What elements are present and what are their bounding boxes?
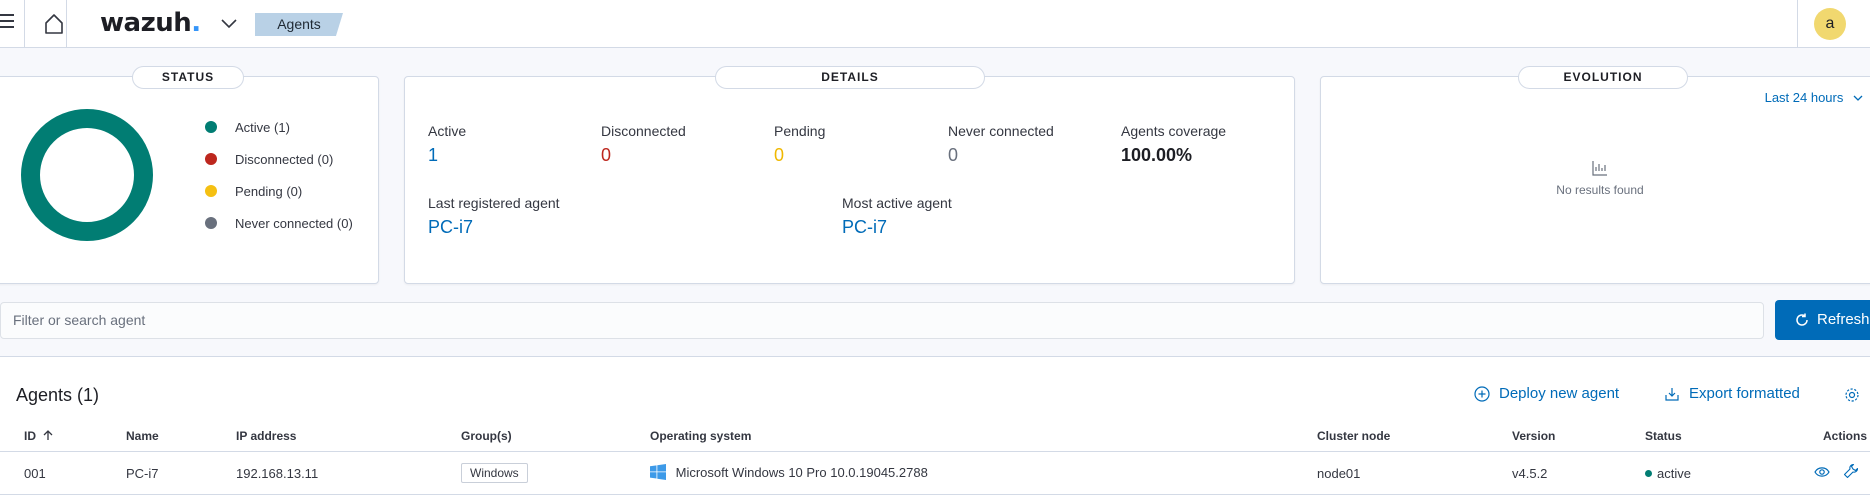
most-active-agent: Most active agent PC-i7 xyxy=(842,195,952,238)
stat-pending-value[interactable]: 0 xyxy=(774,145,825,166)
pending-dot-icon xyxy=(205,185,217,197)
column-header-version[interactable]: Version xyxy=(1512,429,1555,443)
status-panel-title: STATUS xyxy=(132,66,244,89)
sort-arrow-up-icon xyxy=(43,430,53,440)
cell-ip-address: 192.168.13.11 xyxy=(236,466,319,481)
stat-disconnected-value[interactable]: 0 xyxy=(601,145,686,166)
details-panel: DETAILS Active 1 Disconnected 0 Pending … xyxy=(404,66,1295,284)
active-dot-icon xyxy=(205,121,217,133)
status-legend: Active (1) Disconnected (0) Pending (0) … xyxy=(205,111,353,239)
stat-never-connected: Never connected 0 xyxy=(948,123,1054,166)
chevron-down-icon xyxy=(1853,95,1863,101)
wrench-icon[interactable] xyxy=(1843,463,1859,479)
legend-label: Disconnected (0) xyxy=(235,151,334,167)
column-header-actions: Actions xyxy=(1823,429,1868,443)
stat-label: Last registered agent xyxy=(428,195,560,211)
legend-item-never-connected[interactable]: Never connected (0) xyxy=(205,207,353,239)
legend-label: Never connected (0) xyxy=(235,215,353,231)
deploy-new-agent-button[interactable]: Deploy new agent xyxy=(1474,385,1619,402)
stat-agents-coverage: Agents coverage 100.00% xyxy=(1121,123,1226,166)
top-navigation-bar: wazuh. Agents a xyxy=(0,0,1870,48)
empty-state: No results found xyxy=(1321,159,1870,197)
divider xyxy=(66,0,67,48)
chart-icon xyxy=(1592,161,1607,176)
stat-label: Active xyxy=(428,123,467,139)
status-panel: STATUS Active (1) Disconnected (0) Pendi… xyxy=(0,66,379,284)
stat-label: Never connected xyxy=(948,123,1054,139)
never-connected-dot-icon xyxy=(205,217,217,229)
disconnected-dot-icon xyxy=(205,153,217,165)
stat-active-value[interactable]: 1 xyxy=(428,145,466,166)
column-header-cluster-node[interactable]: Cluster node xyxy=(1317,429,1390,443)
os-label: Microsoft Windows 10 Pro 10.0.19045.2788 xyxy=(675,465,928,480)
agents-table-title: Agents (1) xyxy=(16,385,100,405)
cell-version: v4.5.2 xyxy=(1512,466,1548,481)
stat-label: Most active agent xyxy=(842,195,952,211)
stat-active: Active 1 xyxy=(428,123,466,166)
stat-label: Disconnected xyxy=(601,123,686,139)
gear-icon[interactable] xyxy=(1844,387,1860,403)
refresh-icon xyxy=(1796,313,1808,326)
last-registered-agent: Last registered agent PC-i7 xyxy=(428,195,560,238)
stat-coverage-value: 100.00% xyxy=(1121,145,1193,165)
group-badge[interactable]: Windows xyxy=(461,463,528,483)
cell-id: 001 xyxy=(24,466,46,481)
time-range-label: Last 24 hours xyxy=(1764,90,1844,105)
column-header-id[interactable]: ID xyxy=(24,429,53,443)
chevron-down-icon[interactable] xyxy=(220,16,238,30)
wazuh-logo[interactable]: wazuh. xyxy=(100,8,201,38)
column-header-status[interactable]: Status xyxy=(1645,429,1682,443)
stat-label: Agents coverage xyxy=(1121,123,1227,139)
status-donut-chart xyxy=(21,109,153,241)
agents-table-panel: Agents (1) Deploy new agent Export forma… xyxy=(0,356,1870,495)
legend-item-active[interactable]: Active (1) xyxy=(205,111,353,143)
eye-icon[interactable] xyxy=(1814,465,1830,479)
divider xyxy=(0,451,1870,452)
divider xyxy=(1797,0,1798,48)
refresh-button[interactable]: Refresh xyxy=(1775,300,1870,340)
refresh-label: Refresh xyxy=(1817,311,1870,328)
user-avatar[interactable]: a xyxy=(1814,8,1846,40)
stat-never-connected-value[interactable]: 0 xyxy=(948,145,1054,166)
home-icon[interactable] xyxy=(42,12,66,36)
last-registered-agent-link[interactable]: PC-i7 xyxy=(428,217,560,238)
time-range-selector[interactable]: Last 24 hours xyxy=(1765,90,1863,105)
export-formatted-button[interactable]: Export formatted xyxy=(1664,385,1800,402)
evolution-panel-title: EVOLUTION xyxy=(1518,66,1688,89)
plus-circle-icon xyxy=(1474,385,1490,402)
stat-label: Pending xyxy=(774,123,826,139)
column-header-operating-system[interactable]: Operating system xyxy=(650,429,751,443)
export-formatted-label: Export formatted xyxy=(1689,385,1800,402)
status-label: active xyxy=(1657,466,1691,481)
menu-icon[interactable] xyxy=(0,14,14,30)
legend-item-pending[interactable]: Pending (0) xyxy=(205,175,353,207)
column-header-ip-address[interactable]: IP address xyxy=(236,429,296,443)
column-header-name[interactable]: Name xyxy=(126,429,159,443)
stat-pending: Pending 0 xyxy=(774,123,825,166)
legend-label: Pending (0) xyxy=(235,183,303,199)
status-dot-icon xyxy=(1645,470,1652,477)
evolution-panel: EVOLUTION Last 24 hours No results found xyxy=(1320,66,1870,284)
empty-state-text: No results found xyxy=(1556,183,1644,197)
most-active-agent-link[interactable]: PC-i7 xyxy=(842,217,952,238)
cell-operating-system: Microsoft Windows 10 Pro 10.0.19045.2788 xyxy=(650,464,928,480)
cell-status: active xyxy=(1645,466,1691,481)
divider xyxy=(24,0,25,48)
windows-logo-icon xyxy=(650,464,666,480)
export-icon xyxy=(1665,387,1679,401)
agent-search-input[interactable]: Filter or search agent xyxy=(0,302,1764,339)
stat-disconnected: Disconnected 0 xyxy=(601,123,686,166)
cell-cluster-node: node01 xyxy=(1317,466,1361,481)
column-header-groups[interactable]: Group(s) xyxy=(461,429,512,443)
legend-item-disconnected[interactable]: Disconnected (0) xyxy=(205,143,353,175)
deploy-new-agent-label: Deploy new agent xyxy=(1499,385,1620,402)
legend-label: Active (1) xyxy=(235,119,290,135)
details-panel-title: DETAILS xyxy=(715,66,985,89)
cell-name: PC-i7 xyxy=(126,466,159,481)
breadcrumb-agents[interactable]: Agents xyxy=(255,13,343,36)
column-header-label: ID xyxy=(24,429,36,443)
